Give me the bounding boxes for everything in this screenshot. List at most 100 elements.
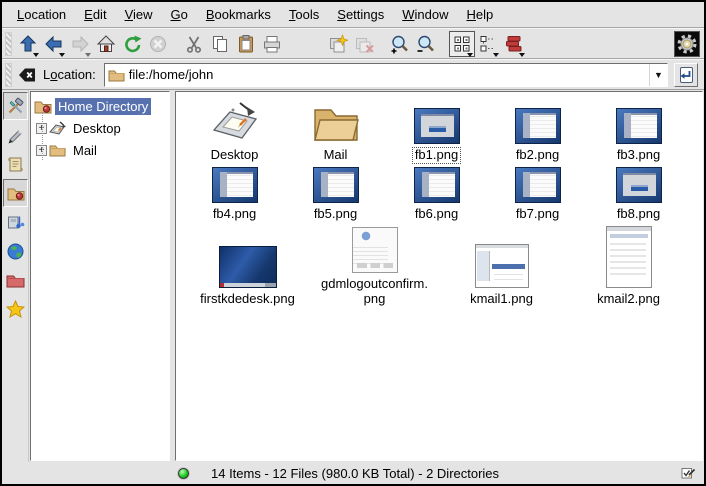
combo-dropdown-arrow[interactable]: ▼ xyxy=(649,64,667,86)
sidebar-tab-bookmarks[interactable] xyxy=(3,295,28,323)
file-label: fb4.png xyxy=(210,206,259,223)
file-label: fb8.png xyxy=(614,206,663,223)
forward-icon xyxy=(70,34,90,54)
menu-item[interactable]: Tools xyxy=(280,2,328,27)
file-item[interactable]: fb7.png xyxy=(487,167,588,226)
menu-item[interactable]: Window xyxy=(393,2,457,27)
file-item[interactable]: fb2.png xyxy=(487,108,588,167)
menu-item[interactable]: Go xyxy=(162,2,197,27)
main-toolbar xyxy=(2,28,704,59)
file-item[interactable]: Mail xyxy=(285,102,386,167)
file-thumbnail xyxy=(414,108,460,144)
menu-item[interactable]: Edit xyxy=(75,2,115,27)
sidebar-tab-configure[interactable] xyxy=(3,92,28,120)
file-thumbnail xyxy=(219,246,277,288)
status-led-icon xyxy=(178,468,189,479)
paste-button[interactable] xyxy=(233,31,259,57)
reload-button[interactable] xyxy=(119,31,145,57)
up-button[interactable] xyxy=(15,31,41,57)
zoom-out-icon xyxy=(416,34,436,54)
tree-item-label: Home Directory xyxy=(55,98,151,115)
tree-item[interactable]: Home Directory xyxy=(31,95,169,117)
location-input[interactable]: file:/home/john xyxy=(129,67,649,82)
sidebar-tab-home-directory[interactable] xyxy=(3,179,28,207)
home-icon xyxy=(96,34,116,54)
file-item[interactable]: firstkdedesk.png xyxy=(184,246,311,311)
file-label: fb7.png xyxy=(513,206,562,223)
file-row: firstkdedesk.png gdmlogoutconfirm.png km… xyxy=(184,226,702,311)
network-globe-icon xyxy=(6,242,25,261)
file-item[interactable]: fb3.png xyxy=(588,108,689,167)
menu-item[interactable]: Location xyxy=(8,2,75,27)
home-button[interactable] xyxy=(93,31,119,57)
file-item[interactable]: Desktop xyxy=(184,98,285,167)
tools-icon xyxy=(6,97,25,116)
cut-button[interactable] xyxy=(181,31,207,57)
file-label: kmail1.png xyxy=(467,291,536,308)
tree-view-button[interactable] xyxy=(475,31,501,57)
file-item[interactable]: gdmlogoutconfirm.png xyxy=(311,227,438,311)
icon-view-button[interactable] xyxy=(449,31,475,57)
enlarge-icon-size-button[interactable] xyxy=(325,31,351,57)
file-label: Desktop xyxy=(208,147,262,164)
tree-dotted-line xyxy=(42,112,43,160)
file-label: fb3.png xyxy=(614,147,663,164)
menu-item[interactable]: Bookmarks xyxy=(197,2,280,27)
file-item[interactable]: kmail1.png xyxy=(438,244,565,311)
go-button[interactable] xyxy=(674,63,698,87)
file-item[interactable]: kmail2.png xyxy=(565,226,692,311)
menu-item[interactable]: Settings xyxy=(328,2,393,27)
file-row: fb4.png fb5.png fb6.png fb7.png fb8.png xyxy=(184,167,702,226)
file-item[interactable]: fb8.png xyxy=(588,167,689,226)
tree-item-label: Desktop xyxy=(70,120,124,137)
shrink-icon-size-icon xyxy=(354,34,374,54)
sidebar-tab-history[interactable] xyxy=(3,150,28,178)
print-button[interactable] xyxy=(259,31,285,57)
locationbar-drag-handle[interactable] xyxy=(5,63,12,87)
gear-icon xyxy=(676,33,698,55)
tree-item-icon xyxy=(49,120,67,136)
file-icon-view[interactable]: Desktop Mail fb1.png fb2.png fb3.png fb4… xyxy=(175,91,703,461)
tree-item[interactable]: + Mail xyxy=(31,139,169,161)
zoom-in-icon xyxy=(390,34,410,54)
file-item[interactable]: fb1.png xyxy=(386,108,487,167)
file-thumbnail xyxy=(515,167,561,203)
file-thumbnail xyxy=(311,102,361,144)
zoom-out-button[interactable] xyxy=(413,31,439,57)
stop-button[interactable] xyxy=(145,31,171,57)
forward-button[interactable] xyxy=(67,31,93,57)
file-item[interactable]: fb6.png xyxy=(386,167,487,226)
file-label: fb1.png xyxy=(412,147,461,164)
sidebar-tab-pen[interactable] xyxy=(3,121,28,149)
toggle-view-checkbox-icon[interactable] xyxy=(681,465,696,480)
file-thumbnail xyxy=(313,167,359,203)
sidebar-tab-services[interactable] xyxy=(3,208,28,236)
tree-item-label: Mail xyxy=(70,142,100,159)
zoom-in-button[interactable] xyxy=(387,31,413,57)
detail-view-button[interactable] xyxy=(501,31,527,57)
menu-item[interactable]: View xyxy=(116,2,162,27)
file-item[interactable]: fb5.png xyxy=(285,167,386,226)
status-text: 14 Items - 12 Files (980.0 KB Total) - 2… xyxy=(211,466,499,481)
sidebar-tabstrip xyxy=(2,90,29,462)
tree-item[interactable]: + Desktop xyxy=(31,117,169,139)
sidebar-tab-root-directory[interactable] xyxy=(3,266,28,294)
shrink-icon-size-button[interactable] xyxy=(351,31,377,57)
file-thumbnail xyxy=(414,167,460,203)
file-label: fb6.png xyxy=(412,206,461,223)
file-label: fb5.png xyxy=(311,206,360,223)
services-icon xyxy=(6,213,25,232)
back-button[interactable] xyxy=(41,31,67,57)
bookmarks-star-icon xyxy=(6,300,25,318)
file-item[interactable]: fb4.png xyxy=(184,167,285,226)
toolbar-drag-handle[interactable] xyxy=(5,32,12,56)
sidebar-tab-network[interactable] xyxy=(3,237,28,265)
copy-button[interactable] xyxy=(207,31,233,57)
location-combobox[interactable]: file:/home/john ▼ xyxy=(104,63,668,87)
clear-location-button[interactable] xyxy=(15,63,39,87)
print-icon xyxy=(262,34,282,54)
location-toolbar: Location: file:/home/john ▼ xyxy=(2,59,704,90)
menu-item[interactable]: Help xyxy=(458,2,503,27)
statusbar: 14 Items - 12 Files (980.0 KB Total) - 2… xyxy=(2,462,704,484)
file-thumbnail xyxy=(606,226,652,288)
